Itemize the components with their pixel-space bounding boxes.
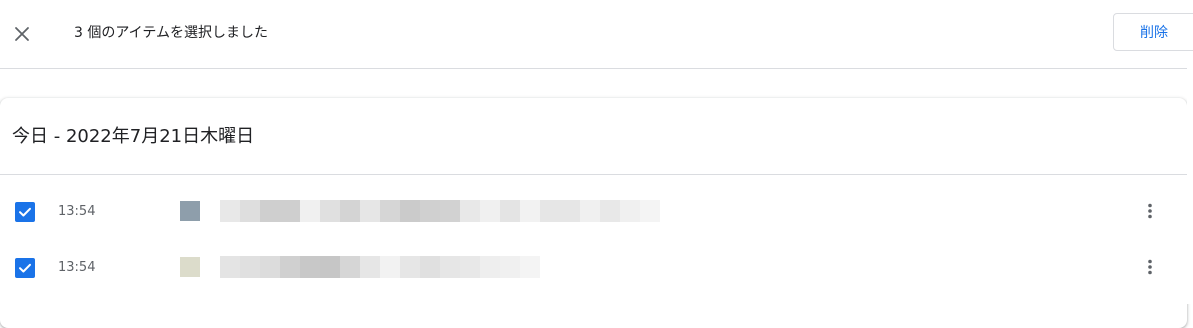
more-actions-button[interactable] — [1138, 199, 1162, 223]
more-vert-icon — [1148, 203, 1152, 219]
redacted-pixel-block — [280, 256, 300, 278]
redacted-pixel-block — [520, 200, 540, 222]
redacted-pixel-block — [280, 200, 300, 222]
redacted-pixel-block — [600, 200, 620, 222]
checkmark-icon — [19, 263, 31, 273]
redacted-pixel-block — [220, 256, 240, 278]
redacted-pixel-block — [580, 200, 600, 222]
history-day-header: 今日 - 2022年7月21日木曜日 — [0, 98, 1187, 175]
more-vert-icon — [1148, 259, 1152, 275]
redacted-pixel-block — [460, 256, 480, 278]
history-day-card: 今日 - 2022年7月21日木曜日 13:54 13:54 — [0, 98, 1187, 328]
redacted-pixel-block — [260, 200, 280, 222]
selection-toolbar: 3 個のアイテムを選択しました 削除 — [0, 0, 1193, 69]
redacted-pixel-block — [480, 200, 500, 222]
redacted-page-title[interactable] — [220, 256, 540, 278]
redacted-pixel-block — [400, 256, 420, 278]
redacted-pixel-block — [240, 256, 260, 278]
redacted-pixel-block — [620, 200, 640, 222]
checkmark-icon — [19, 207, 31, 217]
date-heading: 今日 - 2022年7月21日木曜日 — [12, 126, 255, 147]
redacted-pixel-block — [260, 256, 280, 278]
redacted-pixel-block — [440, 200, 460, 222]
redacted-pixel-block — [360, 256, 380, 278]
row-checkbox[interactable] — [15, 202, 35, 222]
close-button[interactable] — [10, 22, 34, 46]
redacted-pixel-block — [500, 256, 520, 278]
redacted-pixel-block — [540, 200, 560, 222]
site-favicon-icon — [180, 201, 200, 221]
redacted-pixel-block — [500, 200, 520, 222]
visit-time: 13:54 — [58, 204, 96, 219]
site-favicon-icon — [180, 257, 200, 277]
redacted-pixel-block — [300, 200, 320, 222]
redacted-pixel-block — [400, 200, 420, 222]
visit-time: 13:54 — [58, 260, 96, 275]
redacted-pixel-block — [420, 256, 440, 278]
redacted-pixel-block — [340, 256, 360, 278]
redacted-pixel-block — [380, 200, 400, 222]
history-row[interactable]: 13:54 — [0, 241, 1187, 297]
row-checkbox[interactable] — [15, 258, 35, 278]
redacted-pixel-block — [320, 200, 340, 222]
redacted-pixel-block — [360, 200, 380, 222]
redacted-pixel-block — [220, 200, 240, 222]
redacted-pixel-block — [440, 256, 460, 278]
close-icon — [15, 27, 29, 41]
redacted-pixel-block — [380, 256, 400, 278]
page-edge — [1187, 68, 1193, 304]
redacted-pixel-block — [320, 256, 340, 278]
redacted-pixel-block — [340, 200, 360, 222]
redacted-pixel-block — [240, 200, 260, 222]
history-row[interactable]: 13:54 — [0, 185, 1187, 241]
selection-count-text: 3 個のアイテムを選択しました — [74, 25, 268, 41]
redacted-pixel-block — [300, 256, 320, 278]
redacted-pixel-block — [560, 200, 580, 222]
delete-button[interactable]: 削除 — [1113, 13, 1193, 51]
redacted-page-title[interactable] — [220, 200, 660, 222]
redacted-pixel-block — [480, 256, 500, 278]
redacted-pixel-block — [640, 200, 660, 222]
redacted-pixel-block — [420, 200, 440, 222]
redacted-pixel-block — [520, 256, 540, 278]
more-actions-button[interactable] — [1138, 255, 1162, 279]
redacted-pixel-block — [460, 200, 480, 222]
